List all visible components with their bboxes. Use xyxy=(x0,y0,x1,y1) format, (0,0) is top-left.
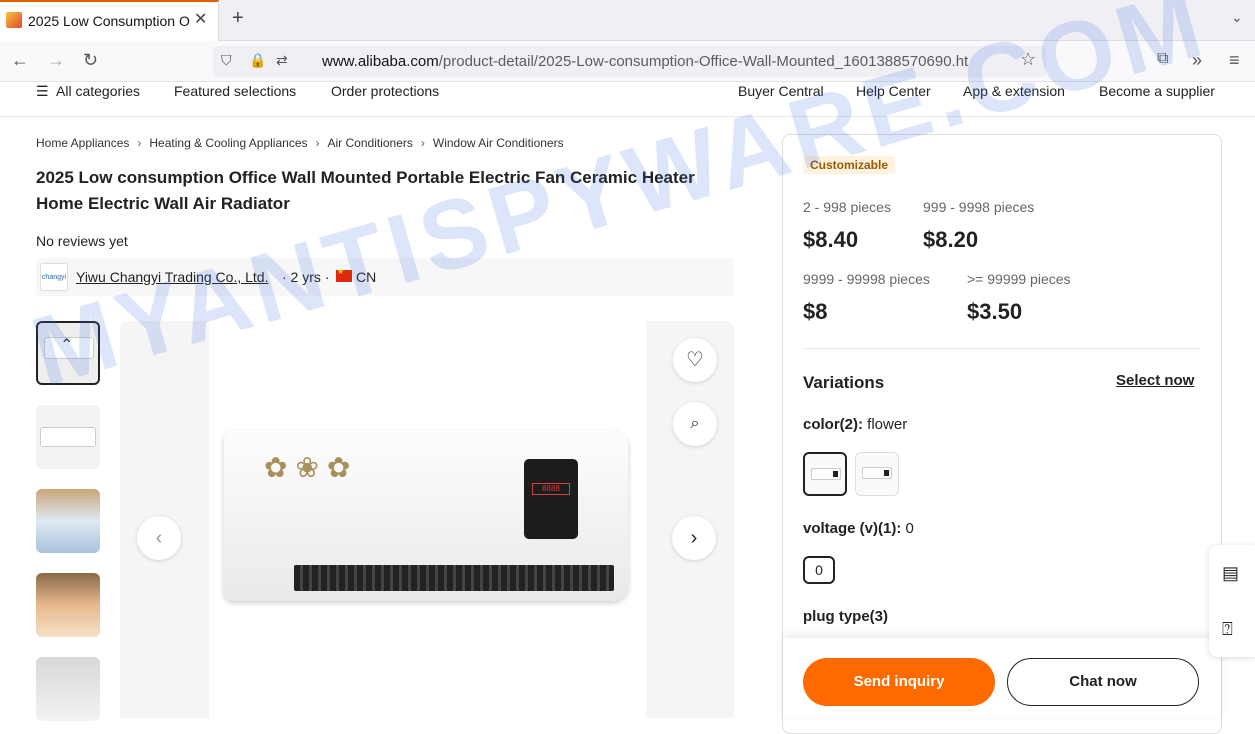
price-tier-value: $8.40 xyxy=(803,227,859,252)
breadcrumb-item[interactable]: Window Air Conditioners xyxy=(433,136,564,150)
gallery-thumbnail[interactable] xyxy=(36,405,100,469)
flower-decoration: ✿❀✿ xyxy=(264,452,359,483)
color-swatch-flower[interactable] xyxy=(803,452,847,496)
nav-become-supplier[interactable]: Become a supplier xyxy=(1099,83,1215,99)
china-flag-icon xyxy=(336,267,352,282)
url-bar[interactable]: ⛉ 🔒 ⇄ www.alibaba.com/product-detail/202… xyxy=(213,46,1046,77)
chevron-right-icon: › xyxy=(137,136,142,150)
favorite-heart-icon[interactable]: ♡ xyxy=(673,338,717,382)
gallery-thumbnail[interactable] xyxy=(36,489,100,553)
url-text[interactable]: www.alibaba.com/product-detail/2025-Low-… xyxy=(322,53,1012,70)
tab-close-icon[interactable]: ✕ xyxy=(194,9,207,29)
image-search-icon[interactable]: ⌕ xyxy=(673,402,717,446)
reload-icon[interactable]: ↻ xyxy=(83,50,98,71)
breadcrumb-item[interactable]: Air Conditioners xyxy=(328,136,413,150)
chevron-up-icon[interactable]: ⌃ xyxy=(60,335,73,355)
extensions-icon[interactable]: ⧉ xyxy=(1157,50,1168,68)
nav-buyer-central[interactable]: Buyer Central xyxy=(738,83,824,99)
nav-help-center[interactable]: Help Center xyxy=(856,83,931,99)
supplier-logo[interactable]: changyi xyxy=(40,263,68,291)
price-tier-value: $8 xyxy=(803,299,828,324)
feedback-icon[interactable]: ⍰ xyxy=(1222,619,1233,640)
supplier-bar: changyi Yiwu Changyi Trading Co., Ltd. ·… xyxy=(36,258,734,296)
site-favicon-icon xyxy=(6,12,22,28)
voltage-option-button[interactable]: 0 xyxy=(803,556,835,584)
next-image-button[interactable]: › xyxy=(672,516,716,560)
color-attribute: color(2): flower xyxy=(803,416,908,433)
prev-image-button[interactable]: ‹ xyxy=(137,516,181,560)
shield-icon[interactable]: ⛉ xyxy=(221,52,232,69)
gallery-thumbnail[interactable] xyxy=(36,573,100,637)
chat-now-button[interactable]: Chat now xyxy=(1007,658,1199,706)
breadcrumb: Home Appliances › Heating & Cooling Applia… xyxy=(36,136,564,150)
heater-product-image: 8888 ✿❀✿ xyxy=(224,431,628,601)
reviews-status: No reviews yet xyxy=(36,233,128,249)
heater-control-panel: 8888 xyxy=(524,459,578,539)
price-tier-range: >= 99999 pieces xyxy=(967,271,1071,287)
chevron-right-icon: › xyxy=(315,136,320,150)
message-icon[interactable]: ▤ xyxy=(1222,563,1239,584)
new-tab-button[interactable]: + xyxy=(232,7,244,30)
nav-featured-selections[interactable]: Featured selections xyxy=(174,83,296,99)
action-bar: Send inquiry Chat now xyxy=(783,638,1221,718)
supplier-years: · 2 yrs · xyxy=(282,269,330,285)
nav-order-protections[interactable]: Order protections xyxy=(331,83,439,99)
send-inquiry-button[interactable]: Send inquiry xyxy=(803,658,995,706)
site-top-nav: ☰ All categories Featured selections Ord… xyxy=(0,82,1255,117)
overflow-chevron-icon[interactable]: » xyxy=(1192,50,1202,71)
price-tier-value: $3.50 xyxy=(967,299,1023,324)
plug-type-attribute: plug type(3) xyxy=(803,608,888,625)
product-title: 2025 Low consumption Office Wall Mounted… xyxy=(36,168,695,213)
price-tier-range: 999 - 9998 pieces xyxy=(923,199,1035,215)
tab-title: 2025 Low Consumption O xyxy=(28,13,190,29)
breadcrumb-item[interactable]: Heating & Cooling Appliances xyxy=(149,136,307,150)
forward-icon[interactable]: → xyxy=(47,50,65,71)
nav-all-categories[interactable]: All categories xyxy=(56,83,140,99)
floating-side-toolbar: ▤ ⍰ xyxy=(1209,545,1255,657)
breadcrumb-item[interactable]: Home Appliances xyxy=(36,136,129,150)
hamburger-icon[interactable]: ☰ xyxy=(36,83,49,100)
supplier-country: CN xyxy=(356,269,377,285)
voltage-attribute: voltage (v)(1): 0 xyxy=(803,520,914,537)
price-tier-value: $8.20 xyxy=(923,227,979,252)
browser-nav-bar: ← → ↻ ⛉ 🔒 ⇄ www.alibaba.com/product-deta… xyxy=(0,41,1255,82)
customizable-badge: Customizable xyxy=(803,156,896,174)
color-swatch[interactable] xyxy=(855,452,899,496)
gallery-thumbnail[interactable]: ⌃ xyxy=(36,321,100,385)
variations-heading: Variations xyxy=(803,373,885,392)
price-tier-range: 9999 - 99998 pieces xyxy=(803,271,930,287)
heater-grille xyxy=(294,565,614,591)
divider xyxy=(803,348,1201,349)
browser-tab-bar: 2025 Low Consumption O ✕ + ⌄ xyxy=(0,0,1255,41)
permissions-icon[interactable]: ⇄ xyxy=(276,52,288,69)
menu-icon[interactable]: ≡ xyxy=(1229,50,1240,71)
lock-icon[interactable]: 🔒 xyxy=(249,52,266,69)
back-icon[interactable]: ← xyxy=(11,50,29,71)
nav-app-extension[interactable]: App & extension xyxy=(963,83,1065,99)
select-now-link[interactable]: Select now xyxy=(1116,372,1194,389)
gallery-thumbnail[interactable] xyxy=(36,657,100,721)
supplier-name-link[interactable]: Yiwu Changyi Trading Co., Ltd. xyxy=(76,269,268,285)
list-all-tabs-icon[interactable]: ⌄ xyxy=(1231,9,1243,26)
chevron-right-icon: › xyxy=(420,136,425,150)
main-product-image: 8888 ✿❀✿ xyxy=(120,321,734,718)
price-tier-range: 2 - 998 pieces xyxy=(803,199,891,215)
browser-tab[interactable]: 2025 Low Consumption O ✕ xyxy=(0,0,219,41)
bookmark-star-icon[interactable]: ☆ xyxy=(1020,49,1036,70)
